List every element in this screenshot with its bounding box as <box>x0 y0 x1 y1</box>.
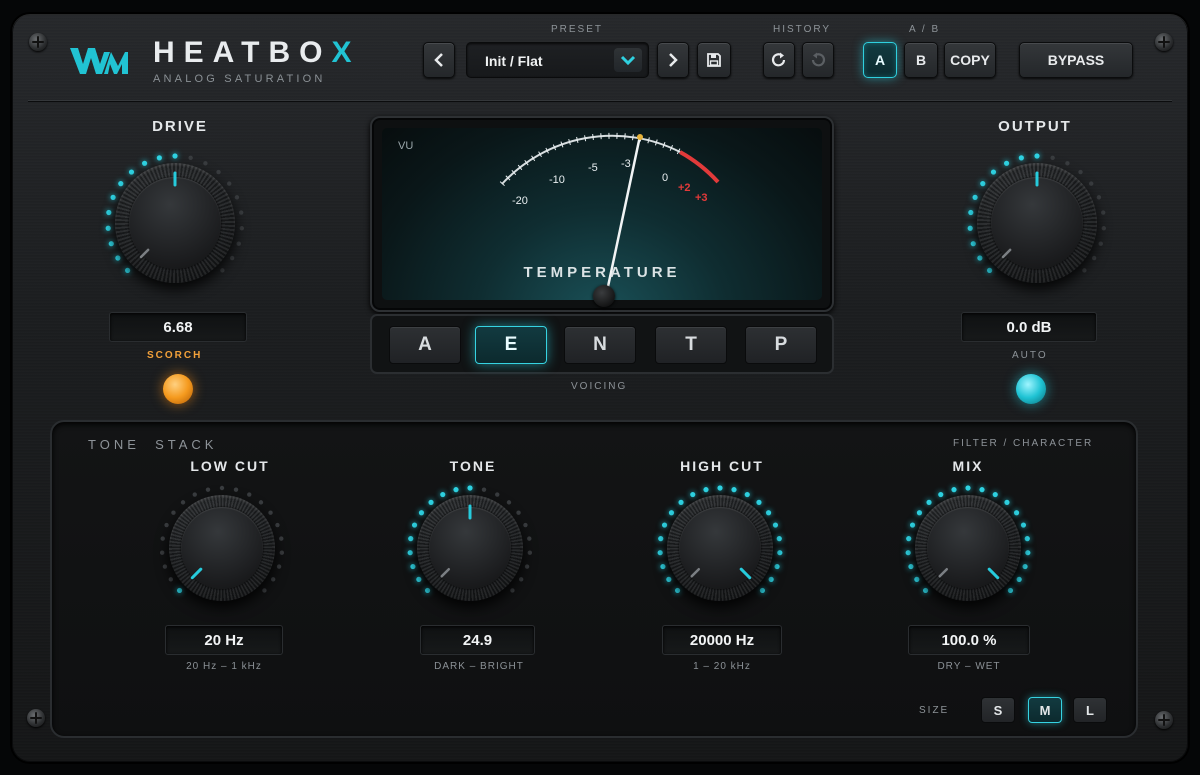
screw-bottom-left <box>27 709 45 727</box>
voicing-option-a[interactable]: A <box>389 326 461 364</box>
knob-indicator <box>987 567 1000 580</box>
vu-tick-label: -10 <box>549 174 565 186</box>
vu-tick-label: +3 <box>695 192 708 204</box>
vu-meter: VU -20 -10 -5 -3 0 +2 +3 TEMPERATURE <box>370 116 834 312</box>
voicing-option-p[interactable]: P <box>745 326 817 364</box>
preset-prev-button[interactable] <box>423 42 455 78</box>
size-medium-button[interactable]: M <box>1028 697 1062 723</box>
voicing-label: VOICING <box>571 381 628 392</box>
knob-min-marker <box>440 567 451 578</box>
copy-button[interactable]: COPY <box>944 42 996 78</box>
undo-icon <box>811 52 826 67</box>
tone-pointer <box>440 504 472 578</box>
preset-dropdown[interactable]: Init / Flat <box>466 42 649 78</box>
history-label: HISTORY <box>773 24 832 35</box>
low-cut-value[interactable]: 20 Hz <box>165 625 283 655</box>
header-divider <box>28 100 1172 101</box>
low-cut-knob[interactable] <box>150 478 300 618</box>
save-preset-button[interactable] <box>697 42 731 78</box>
output-value[interactable]: 0.0 dB <box>961 312 1097 342</box>
size-label: SIZE <box>919 705 950 716</box>
chevron-right-icon <box>669 53 678 67</box>
drive-pointer <box>139 171 177 259</box>
knob-min-marker <box>1001 248 1012 259</box>
mix-range: DRY – WET <box>937 661 1001 672</box>
low-cut-title: LOW CUT <box>190 458 270 474</box>
scorch-label: SCORCH <box>147 350 203 361</box>
vu-meter-screen: VU -20 -10 -5 -3 0 +2 +3 TEMPERATURE <box>382 128 822 300</box>
meter-title: TEMPERATURE <box>523 264 681 281</box>
auto-toggle[interactable] <box>1016 374 1046 404</box>
slot-b-button[interactable]: B <box>904 42 938 78</box>
vu-tick-label: -3 <box>621 158 631 170</box>
high-cut-title: HIGH CUT <box>680 458 764 474</box>
brand-name: HEATBOX <box>153 36 361 69</box>
preset-label: PRESET <box>551 24 604 35</box>
preset-dropdown-toggle[interactable] <box>614 48 642 72</box>
tone-stack-title: TONE STACK <box>88 437 218 452</box>
vu-tick-label: -5 <box>588 162 598 174</box>
voicing-option-n[interactable]: N <box>564 326 636 364</box>
screw-bottom-right <box>1155 711 1173 729</box>
redo-icon <box>771 52 786 67</box>
knob-min-marker <box>139 248 150 259</box>
vu-tick-label: 0 <box>662 172 668 184</box>
drive-title: DRIVE <box>152 118 208 135</box>
knob-indicator <box>739 567 752 580</box>
high-cut-value[interactable]: 20000 Hz <box>662 625 782 655</box>
preset-name: Init / Flat <box>485 53 543 69</box>
brand-logo <box>70 48 128 74</box>
mix-knob[interactable] <box>896 478 1046 618</box>
tone-knob[interactable] <box>398 478 548 618</box>
mix-value[interactable]: 100.0 % <box>908 625 1030 655</box>
voicing-option-t[interactable]: T <box>655 326 727 364</box>
high-cut-pointer <box>690 567 752 580</box>
chevron-down-icon <box>620 55 636 65</box>
auto-label: AUTO <box>1012 350 1048 361</box>
size-small-button[interactable]: S <box>981 697 1015 723</box>
knob-indicator <box>190 567 203 580</box>
drive-value[interactable]: 6.68 <box>109 312 247 342</box>
output-title: OUTPUT <box>998 118 1072 135</box>
tone-title: TONE <box>449 458 497 474</box>
bypass-button[interactable]: BYPASS <box>1019 42 1133 78</box>
screw-top-right <box>1155 33 1173 51</box>
low-cut-range: 20 Hz – 1 kHz <box>186 661 262 672</box>
vu-label: VU <box>398 140 414 152</box>
voicing-option-e[interactable]: E <box>475 326 547 364</box>
output-knob[interactable] <box>957 143 1127 293</box>
tone-range: DARK – BRIGHT <box>434 661 524 672</box>
chevron-left-icon <box>434 53 443 67</box>
screw-top-left <box>29 33 47 51</box>
slot-a-button[interactable]: A <box>863 42 897 78</box>
vu-tick-label: -20 <box>512 195 528 207</box>
undo-button[interactable] <box>802 42 834 78</box>
output-pointer <box>1001 171 1039 259</box>
tone-stack-subtitle: FILTER / CHARACTER <box>953 438 1094 449</box>
high-cut-knob[interactable] <box>648 478 798 618</box>
mix-title: MIX <box>952 458 984 474</box>
knob-min-marker <box>938 567 949 578</box>
drive-knob[interactable] <box>95 143 265 293</box>
vu-tick-label: +2 <box>678 182 691 194</box>
ab-label: A / B <box>909 24 941 35</box>
knob-min-marker <box>690 567 701 578</box>
high-cut-range: 1 – 20 kHz <box>693 661 751 672</box>
redo-button[interactable] <box>763 42 795 78</box>
scorch-toggle[interactable] <box>163 374 193 404</box>
tone-value[interactable]: 24.9 <box>420 625 535 655</box>
brand-subtitle: ANALOG SATURATION <box>153 73 326 85</box>
preset-next-button[interactable] <box>657 42 689 78</box>
mix-pointer <box>938 567 1000 580</box>
size-large-button[interactable]: L <box>1073 697 1107 723</box>
needle-pivot <box>593 285 615 307</box>
voicing-selector: A E N T P <box>370 314 834 374</box>
floppy-disk-icon <box>707 53 721 67</box>
low-cut-pointer <box>190 567 203 580</box>
